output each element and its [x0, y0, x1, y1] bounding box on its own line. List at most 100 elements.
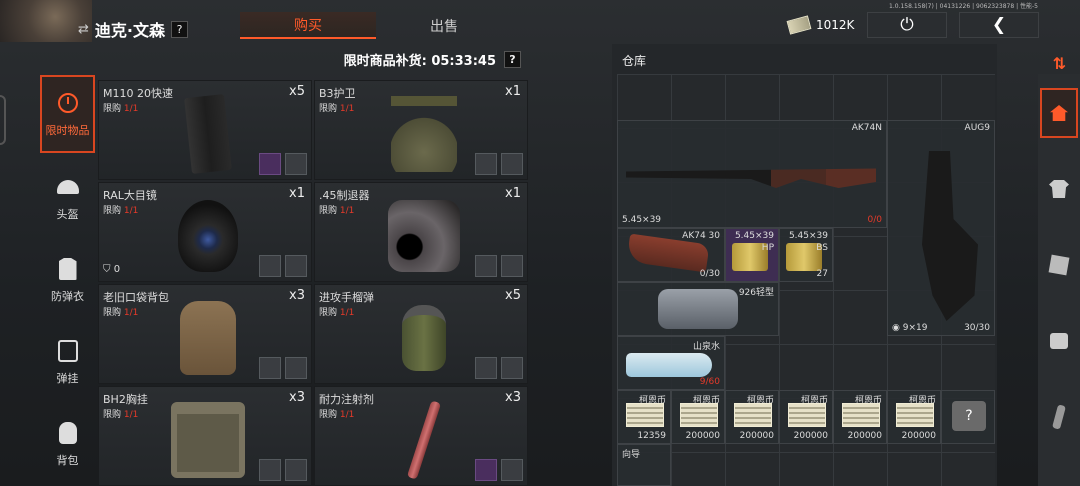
warehouse-item-cash[interactable]: 柯恩币 200000: [887, 390, 941, 444]
price-item-slot: [285, 357, 307, 379]
home-icon: [1050, 105, 1068, 121]
shop-item-card[interactable]: B3护卫 限购 1/1 x1: [314, 80, 528, 180]
sort-icon[interactable]: ⇅: [1053, 54, 1066, 73]
warehouse-item-cash[interactable]: 柯恩币 200000: [779, 390, 833, 444]
warehouse-item-ammo-bs[interactable]: 5.45×39 BS 27: [779, 228, 833, 282]
item-name: 5.45×39: [734, 231, 774, 241]
shop-item-card[interactable]: RAL大目镜 限购 1/1 x1 ⛉ 0: [98, 182, 312, 282]
filter-medical-button[interactable]: [1040, 316, 1078, 366]
shop-item-card[interactable]: .45制退器 限购 1/1 x1: [314, 182, 528, 282]
chest-rig-icon: [55, 338, 81, 364]
trade-tabs: 购买 出售: [240, 12, 512, 39]
chest-armor-image: [379, 93, 469, 175]
purchase-limit: 限购 1/1: [103, 410, 139, 420]
restock-bar: 限时商品补货: 05:33:45 ?: [40, 44, 529, 75]
warehouse-item-ak74-mag[interactable]: AK74 30 0/30: [617, 228, 725, 282]
item-name: 进攻手榴弹: [319, 291, 374, 304]
chevron-left-icon: ❮: [991, 15, 1007, 35]
item-count: 0/30: [699, 269, 720, 279]
cash-bundle-image: [626, 403, 664, 427]
warehouse-item-cash[interactable]: 柯恩币 12359: [617, 390, 671, 444]
warehouse-item-cash[interactable]: 柯恩币 200000: [725, 390, 779, 444]
filter-clothing-button[interactable]: [1040, 164, 1078, 214]
cash-bundle-image: [734, 403, 772, 427]
price-item-slot: [285, 459, 307, 481]
category-label: 背包: [56, 454, 79, 467]
shop-item-card[interactable]: 进攻手榴弹 限购 1/1 x5: [314, 284, 528, 384]
question-icon: ?: [952, 401, 986, 431]
price-slots: [475, 459, 523, 481]
warehouse-item-ak74n[interactable]: AK74N 5.45×39 0/0: [617, 120, 887, 228]
ammo-variant: BS: [816, 243, 828, 253]
item-quantity: x1: [505, 84, 521, 99]
player-name-row: ⇄ 迪克·文森 ?: [78, 17, 188, 41]
side-drawer-handle[interactable]: [0, 95, 6, 145]
shop-item-card[interactable]: M110 20快速 限购 1/1 x5: [98, 80, 312, 180]
money-amount: 1012K: [816, 18, 855, 32]
swap-icon[interactable]: ⇄: [78, 22, 89, 37]
filter-all-button[interactable]: [1040, 88, 1078, 138]
category-label: 弹挂: [56, 372, 79, 385]
price-item-slot: [475, 459, 497, 481]
power-icon: ⏻: [900, 15, 914, 35]
warehouse-item-guide[interactable]: 向导: [617, 444, 671, 486]
shop-item-card[interactable]: BH2胸挂 限购 1/1 x3: [98, 386, 312, 486]
restock-help-button[interactable]: ?: [504, 51, 521, 68]
shield-icon: ⛉: [103, 264, 111, 275]
shop-item-card[interactable]: 老旧口袋背包 限购 1/1 x3: [98, 284, 312, 384]
warehouse-item-cash[interactable]: 柯恩币 200000: [671, 390, 725, 444]
purchase-limit: 限购 1/1: [319, 308, 355, 318]
item-name: BH2胸挂: [103, 393, 148, 406]
filter-magazine-button[interactable]: [1040, 392, 1078, 442]
category-label: 限时物品: [45, 124, 90, 137]
power-button[interactable]: ⏻: [867, 12, 947, 38]
item-count: 200000: [739, 431, 774, 441]
price-item-slot: [285, 255, 307, 277]
category-vest[interactable]: 防弹衣: [40, 241, 95, 319]
ammo-variant: HP: [761, 243, 774, 253]
category-helmet[interactable]: 头盔: [40, 159, 95, 237]
item-name: 向导: [622, 450, 641, 460]
warehouse-item-aug9[interactable]: AUG9 ◉ 9×19 30/30: [887, 120, 995, 336]
item-name: 老旧口袋背包: [103, 291, 169, 304]
category-chest-rig[interactable]: 弹挂: [40, 323, 95, 401]
price-item-slot: [259, 459, 281, 481]
price-slots: [475, 153, 523, 175]
back-button[interactable]: ❮: [959, 12, 1039, 38]
item-count: 200000: [793, 431, 828, 441]
price-slots: [475, 357, 523, 379]
category-limited[interactable]: 限时物品: [40, 75, 95, 153]
armor-value: ⛉ 0: [103, 264, 121, 275]
filter-container-button[interactable]: [1040, 240, 1078, 290]
tab-buy[interactable]: 购买: [240, 12, 376, 39]
tab-sell[interactable]: 出售: [376, 12, 512, 39]
water-bottle-image: [626, 353, 712, 377]
warehouse-item-water[interactable]: 山泉水 9/60: [617, 336, 725, 390]
warehouse-item-ammo-hp[interactable]: 5.45×39 HP: [725, 228, 779, 282]
injector-image: [379, 399, 469, 481]
item-quantity: x3: [505, 390, 521, 405]
category-sidebar: 限时物品 头盔 防弹衣 弹挂 背包: [40, 75, 95, 486]
price-item-slot: [259, 357, 281, 379]
ammo-type: 5.45×39: [622, 215, 662, 225]
gas-mask-image: [163, 195, 253, 277]
purchase-limit: 限购 1/1: [103, 206, 139, 216]
item-quantity: x3: [289, 288, 305, 303]
warehouse-title: 仓库: [622, 54, 647, 68]
shop-item-card[interactable]: 耐力注射剂 限购 1/1 x3: [314, 386, 528, 486]
warehouse-item-cash[interactable]: 柯恩币 200000: [833, 390, 887, 444]
price-slots: [475, 255, 523, 277]
price-item-slot: [501, 459, 523, 481]
chest-rig-image: [163, 399, 253, 481]
warehouse-grid[interactable]: AK74N 5.45×39 0/0 AUG9 ◉ 9×19 30/30 AK74…: [617, 74, 995, 486]
warehouse-item-tarp[interactable]: 926轻型: [617, 282, 779, 336]
category-backpack[interactable]: 背包: [40, 405, 95, 483]
help-button[interactable]: ?: [171, 20, 188, 38]
warehouse-item-unknown[interactable]: ?: [941, 390, 995, 444]
backpack-icon: [55, 420, 81, 446]
price-item-slot: [259, 153, 281, 175]
purchase-limit: 限购 1/1: [319, 410, 355, 420]
item-count: 9/60: [699, 377, 720, 387]
item-quantity: x1: [289, 186, 305, 201]
clock-icon: [55, 90, 81, 116]
